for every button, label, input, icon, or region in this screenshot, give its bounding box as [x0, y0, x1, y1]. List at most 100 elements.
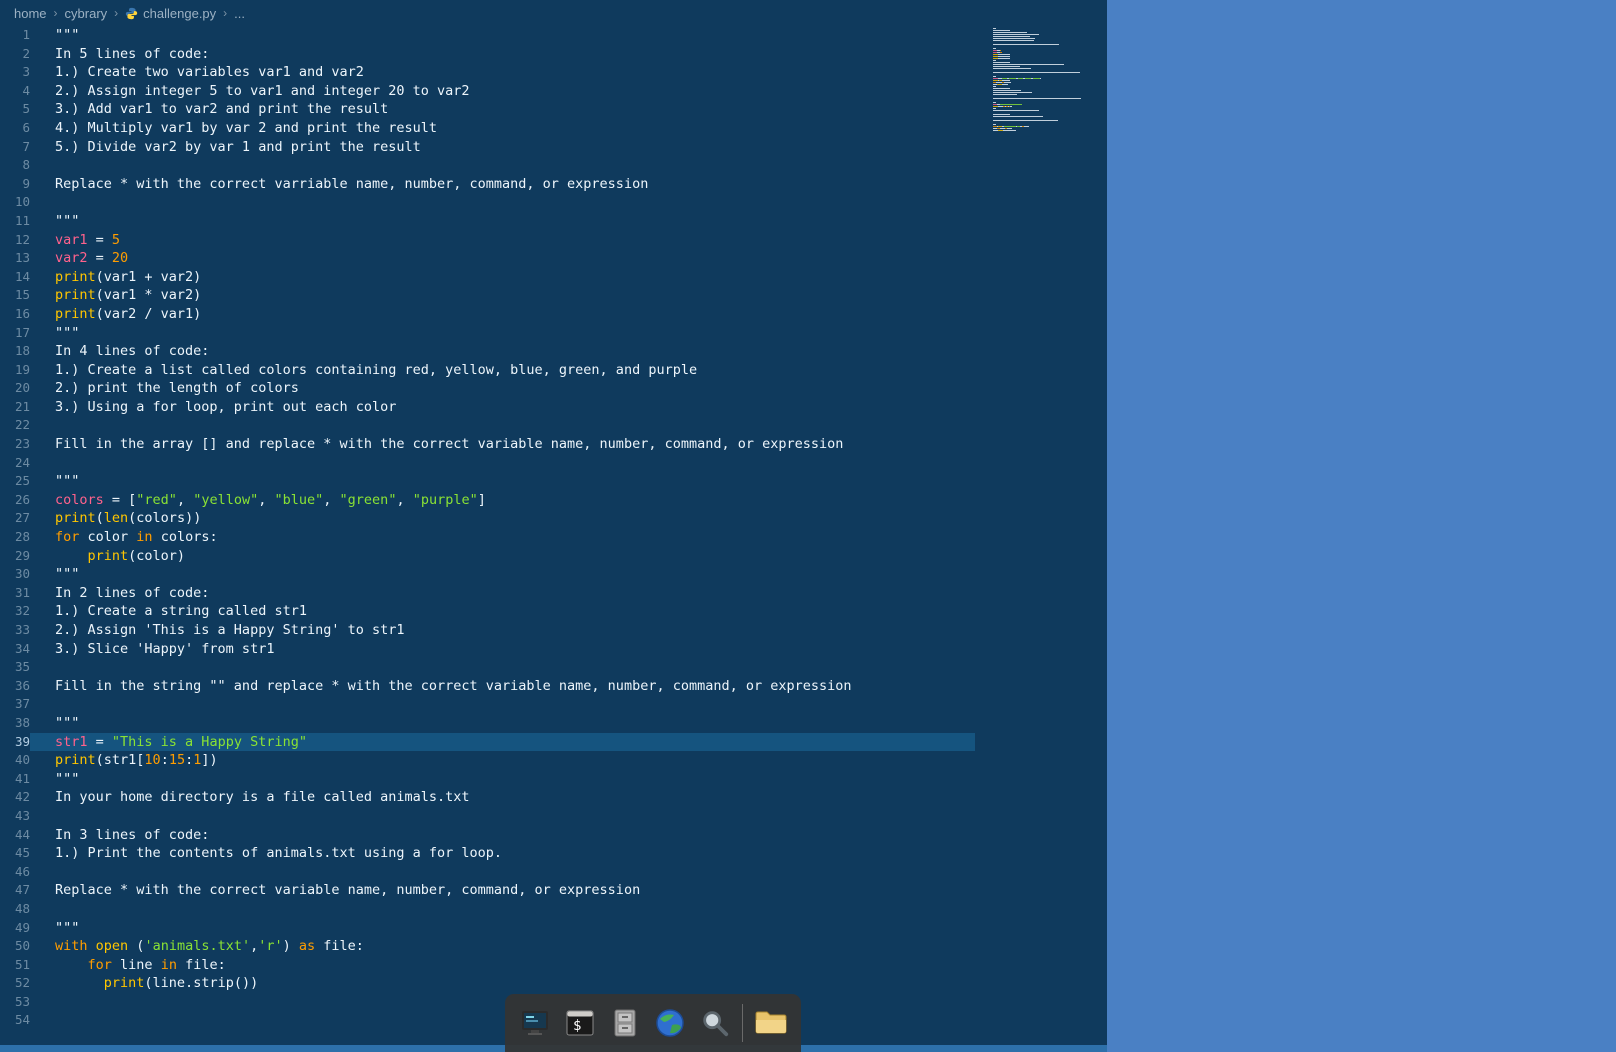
- web-browser-globe-icon[interactable]: [652, 1004, 687, 1042]
- line-number[interactable]: 27: [0, 509, 30, 528]
- line-number[interactable]: 2: [0, 45, 30, 64]
- code-line[interactable]: 18In 4 lines of code:: [0, 342, 1107, 361]
- code-line[interactable]: 36Fill in the string "" and replace * wi…: [0, 677, 1107, 696]
- line-number[interactable]: 49: [0, 919, 30, 938]
- line-number[interactable]: 21: [0, 398, 30, 417]
- code-line[interactable]: 64.) Multiply var1 by var 2 and print th…: [0, 119, 1107, 138]
- line-number[interactable]: 22: [0, 416, 30, 435]
- code-line[interactable]: 321.) Create a string called str1: [0, 602, 1107, 621]
- code-line[interactable]: 43: [0, 807, 1107, 826]
- code-line[interactable]: 17""": [0, 324, 1107, 343]
- line-number[interactable]: 28: [0, 528, 30, 547]
- code-line[interactable]: 10: [0, 193, 1107, 212]
- code-line[interactable]: 52 print(line.strip()): [0, 974, 1107, 993]
- desktop[interactable]: cybrary@ubuntu: ~/Desktop ^_□× FileEditV…: [1107, 0, 1616, 1052]
- code-line[interactable]: 12var1 = 5: [0, 231, 1107, 250]
- line-number[interactable]: 31: [0, 584, 30, 603]
- code-line[interactable]: 26colors = ["red", "yellow", "blue", "gr…: [0, 491, 1107, 510]
- line-number[interactable]: 15: [0, 286, 30, 305]
- breadcrumb-item-cybrary[interactable]: cybrary: [65, 6, 108, 21]
- line-number[interactable]: 7: [0, 138, 30, 157]
- line-number[interactable]: 41: [0, 770, 30, 789]
- line-number[interactable]: 43: [0, 807, 30, 826]
- line-number[interactable]: 26: [0, 491, 30, 510]
- code-line[interactable]: 31.) Create two variables var1 and var2: [0, 63, 1107, 82]
- line-number[interactable]: 45: [0, 844, 30, 863]
- code-line[interactable]: 75.) Divide var2 by var 1 and print the …: [0, 138, 1107, 157]
- line-number[interactable]: 50: [0, 937, 30, 956]
- code-line[interactable]: 35: [0, 658, 1107, 677]
- code-line[interactable]: 30""": [0, 565, 1107, 584]
- code-line[interactable]: 16print(var2 / var1): [0, 305, 1107, 324]
- code-line[interactable]: 48: [0, 900, 1107, 919]
- code-line[interactable]: 213.) Using a for loop, print out each c…: [0, 398, 1107, 417]
- code-line[interactable]: 25""": [0, 472, 1107, 491]
- code-line[interactable]: 50with open ('animals.txt','r') as file:: [0, 937, 1107, 956]
- code-line[interactable]: 39str1 = "This is a Happy String": [0, 733, 1107, 752]
- line-number[interactable]: 1: [0, 26, 30, 45]
- terminal-monitor-icon[interactable]: [518, 1004, 553, 1042]
- line-number[interactable]: 14: [0, 268, 30, 287]
- code-line[interactable]: 44In 3 lines of code:: [0, 826, 1107, 845]
- line-number[interactable]: 16: [0, 305, 30, 324]
- code-line[interactable]: 14print(var1 + var2): [0, 268, 1107, 287]
- line-number[interactable]: 3: [0, 63, 30, 82]
- code-line[interactable]: 28for color in colors:: [0, 528, 1107, 547]
- line-number[interactable]: 20: [0, 379, 30, 398]
- code-line[interactable]: 23Fill in the array [] and replace * wit…: [0, 435, 1107, 454]
- code-line[interactable]: 11""": [0, 212, 1107, 231]
- line-number[interactable]: 44: [0, 826, 30, 845]
- line-number[interactable]: 19: [0, 361, 30, 380]
- line-number[interactable]: 47: [0, 881, 30, 900]
- file-manager-folder-icon[interactable]: [753, 1004, 788, 1042]
- line-number[interactable]: 53: [0, 993, 30, 1012]
- code-line[interactable]: 42.) Assign integer 5 to var1 and intege…: [0, 82, 1107, 101]
- line-number[interactable]: 35: [0, 658, 30, 677]
- line-number[interactable]: 52: [0, 974, 30, 993]
- code-line[interactable]: 40print(str1[10:15:1]): [0, 751, 1107, 770]
- code-line[interactable]: 53.) Add var1 to var2 and print the resu…: [0, 100, 1107, 119]
- line-number[interactable]: 18: [0, 342, 30, 361]
- code-line[interactable]: 51 for line in file:: [0, 956, 1107, 975]
- code-line[interactable]: 202.) print the length of colors: [0, 379, 1107, 398]
- code-line[interactable]: 9Replace * with the correct varriable na…: [0, 175, 1107, 194]
- line-number[interactable]: 34: [0, 640, 30, 659]
- magnifier-icon[interactable]: [697, 1004, 732, 1042]
- code-line[interactable]: 15print(var1 * var2): [0, 286, 1107, 305]
- line-number[interactable]: 6: [0, 119, 30, 138]
- breadcrumb-item-challenge-py[interactable]: challenge.py: [125, 6, 216, 21]
- minimap[interactable]: [993, 28, 1089, 136]
- line-number[interactable]: 17: [0, 324, 30, 343]
- line-number[interactable]: 12: [0, 231, 30, 250]
- shell-prompt-icon[interactable]: $: [563, 1004, 598, 1042]
- line-number[interactable]: 39: [0, 733, 30, 752]
- line-number[interactable]: 32: [0, 602, 30, 621]
- code-line[interactable]: 29 print(color): [0, 547, 1107, 566]
- line-number[interactable]: 36: [0, 677, 30, 696]
- line-number[interactable]: 13: [0, 249, 30, 268]
- line-number[interactable]: 25: [0, 472, 30, 491]
- line-number[interactable]: 33: [0, 621, 30, 640]
- code-line[interactable]: 42In your home directory is a file calle…: [0, 788, 1107, 807]
- line-number[interactable]: 30: [0, 565, 30, 584]
- line-number[interactable]: 48: [0, 900, 30, 919]
- line-number[interactable]: 40: [0, 751, 30, 770]
- line-number[interactable]: 23: [0, 435, 30, 454]
- line-number[interactable]: 37: [0, 695, 30, 714]
- line-number[interactable]: 24: [0, 454, 30, 473]
- line-number[interactable]: 8: [0, 156, 30, 175]
- line-number[interactable]: 11: [0, 212, 30, 231]
- code-line[interactable]: 343.) Slice 'Happy' from str1: [0, 640, 1107, 659]
- code-line[interactable]: 31In 2 lines of code:: [0, 584, 1107, 603]
- breadcrumb-item-more[interactable]: ...: [234, 6, 245, 21]
- line-number[interactable]: 54: [0, 1011, 30, 1030]
- line-number[interactable]: 51: [0, 956, 30, 975]
- line-number[interactable]: 9: [0, 175, 30, 194]
- code-line[interactable]: 24: [0, 454, 1107, 473]
- code-line[interactable]: 191.) Create a list called colors contai…: [0, 361, 1107, 380]
- code-line[interactable]: 27print(len(colors)): [0, 509, 1107, 528]
- code-line[interactable]: 13var2 = 20: [0, 249, 1107, 268]
- code-line[interactable]: 49""": [0, 919, 1107, 938]
- code-line[interactable]: 1""": [0, 26, 1107, 45]
- line-number[interactable]: 42: [0, 788, 30, 807]
